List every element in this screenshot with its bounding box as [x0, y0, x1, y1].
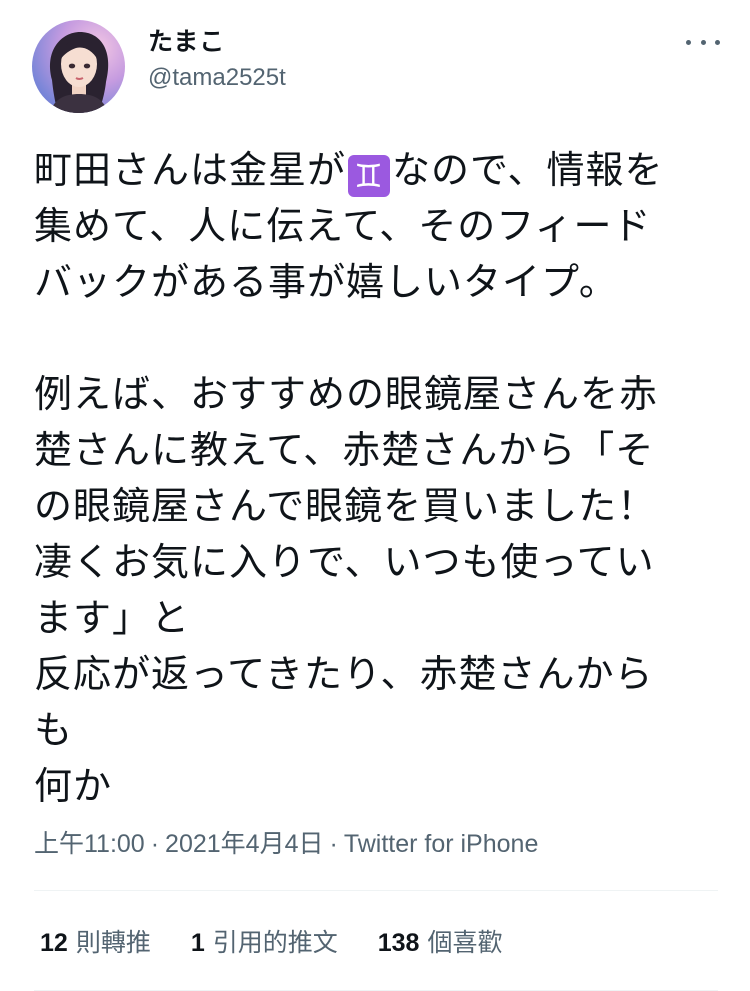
user-handle[interactable]: @tama2525t: [148, 60, 286, 96]
avatar-image: [50, 32, 109, 113]
user-info: たまこ @tama2525t: [148, 26, 286, 96]
tweet-meta: 上午11:00 · 2021年4月4日 · Twitter for iPhone: [34, 824, 538, 860]
gemini-emoji-icon: ♊: [348, 155, 391, 197]
quotes-label: 引用的推文: [212, 928, 338, 957]
likes-label: 個喜歡: [427, 928, 503, 957]
retweets-count: 12: [40, 929, 68, 957]
meta-separator: ·: [150, 830, 160, 858]
tweet-header: たまこ @tama2525t: [32, 18, 722, 118]
tweet-text: 町田さんは金星が ♊ なので、情報を 集めて、人に伝えて、そのフィード バックがある…: [34, 142, 724, 814]
divider: [34, 890, 718, 891]
tweet-date[interactable]: 2021年4月4日: [165, 830, 323, 858]
quotes-count: 1: [190, 929, 205, 957]
display-name[interactable]: たまこ: [148, 26, 286, 58]
meta-separator: ·: [329, 830, 338, 858]
avatar[interactable]: [32, 20, 125, 113]
likes-stat[interactable]: 138 個喜歡: [378, 923, 503, 959]
tweet-source[interactable]: Twitter for iPhone: [344, 830, 539, 858]
tweet-text-rest: なので、情報を 集めて、人に伝えて、そのフィード バックがある事が嬉しいタイプ。…: [34, 148, 664, 808]
tweet-time[interactable]: 上午11:00: [34, 830, 145, 858]
likes-count: 138: [377, 929, 420, 957]
quotes-stat[interactable]: 1 引用的推文: [191, 923, 338, 959]
tweet-text-start: 町田さんは金星が: [34, 148, 347, 192]
more-options-icon[interactable]: [686, 32, 720, 52]
retweets-label: 則轉推: [75, 928, 151, 957]
tweet-stats: 12 則轉推 1 引用的推文 138 個喜歡: [40, 923, 542, 959]
retweets-stat[interactable]: 12 則轉推: [40, 923, 151, 959]
